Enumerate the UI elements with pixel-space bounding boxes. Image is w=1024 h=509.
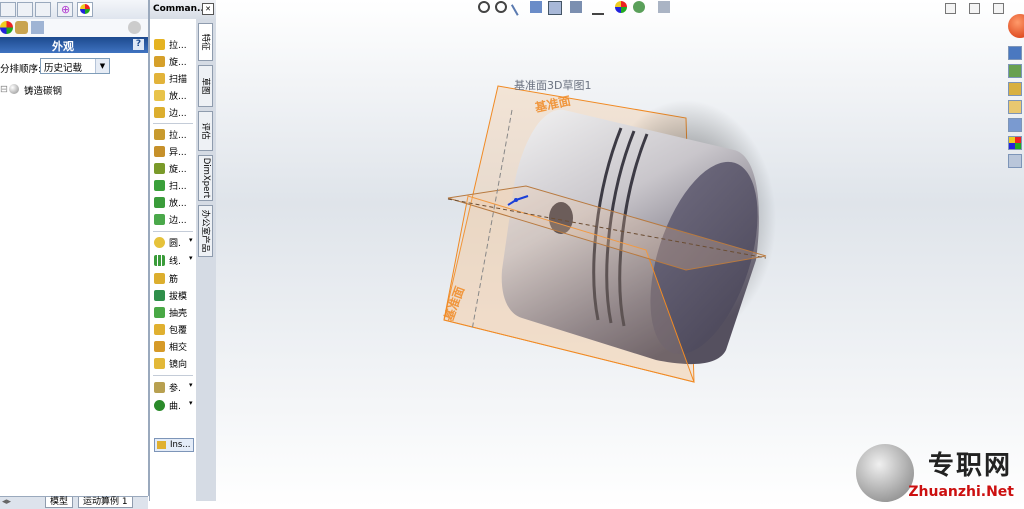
cmd-mirror[interactable]: 镜向 [153, 356, 196, 371]
tab-model[interactable]: 模型 [45, 497, 74, 508]
order-select[interactable]: 历史记载 ▼ [40, 58, 110, 74]
extrude-icon [154, 39, 165, 50]
cmd-loft-cut[interactable]: 放... [153, 195, 196, 210]
instant3d-icon [157, 441, 166, 449]
tab-office-products[interactable]: 办公室产品 [198, 205, 213, 257]
material-icon [9, 84, 19, 94]
command-list: 拉... 旋... 扫描 放... 边... 拉... 异... 旋... 扫.… [150, 19, 196, 501]
property-tab-icon[interactable] [17, 2, 33, 17]
config-tab-icon[interactable] [35, 2, 51, 17]
cmd-revolve-boss[interactable]: 旋... [153, 54, 196, 69]
tab-evaluate[interactable]: 评估 [198, 111, 213, 151]
brand-logo-icon [856, 444, 914, 502]
pin-icon[interactable]: ✕ [202, 3, 214, 15]
panel-title: 外观 [52, 40, 74, 53]
cmd-boundary-boss[interactable]: 边... [153, 105, 196, 120]
hole-wizard-icon [154, 146, 165, 157]
reference-geometry-icon [154, 382, 165, 393]
feature-manager-panel: ⊕ 外观 ? 分排顺序: 历史记载 ▼ ⊟ 铸造碳钢 [0, 0, 149, 496]
settings-icon[interactable] [128, 21, 141, 34]
boundary-cut-icon [154, 214, 165, 225]
brand-url: Zhuanzhi.Net [908, 484, 1014, 500]
order-select-value: 历史记载 [44, 63, 83, 74]
fillet-icon [154, 237, 165, 248]
loft-cut-icon [154, 197, 165, 208]
appearance-tab-icon[interactable] [77, 2, 93, 17]
wrap-icon [154, 324, 165, 335]
cmd-draft[interactable]: 拔模 [153, 288, 196, 303]
cmd-wrap[interactable]: 包覆 [153, 322, 196, 337]
separator [153, 375, 193, 376]
featuretree-tab-icon[interactable] [0, 2, 16, 17]
shell-icon [154, 307, 165, 318]
chevron-down-icon[interactable]: ▾ [189, 399, 193, 407]
cylinder-icon[interactable] [15, 21, 28, 34]
curve-icon [154, 400, 165, 411]
boundary-icon [154, 107, 165, 118]
chevron-down-icon[interactable]: ▼ [95, 59, 109, 73]
appearance-header: 外观 ? [0, 37, 148, 53]
chevron-down-icon[interactable]: ▾ [189, 381, 193, 389]
intersect-icon [154, 341, 165, 352]
feature-manager-tabs: ⊕ [0, 0, 148, 20]
help-button[interactable]: ? [133, 39, 144, 50]
scroll-arrows-icon[interactable]: ◂▸ [2, 497, 11, 507]
tree-expander-icon[interactable]: ⊟ [0, 84, 8, 95]
cmd-boundary-cut[interactable]: 边... [153, 212, 196, 227]
dimxpert-tab-icon[interactable]: ⊕ [57, 2, 73, 17]
instant3d-label: Ins... [170, 440, 191, 450]
bottom-tab-bar: ◂▸ 模型 运动算例 1 [0, 496, 148, 509]
cmd-revolve-cut[interactable]: 旋... [153, 161, 196, 176]
cmd-sweep-boss[interactable]: 扫描 [153, 71, 196, 86]
loft-icon [154, 90, 165, 101]
command-manager-panel: Comman... ✕ 拉... 旋... 扫描 放... 边... 拉... … [149, 0, 217, 501]
cmd-rib[interactable]: 筋 [153, 271, 196, 286]
revolve-icon [154, 56, 165, 67]
model-scene: 基准面3D草图1 基准面 基准面 [440, 79, 776, 383]
scene-icon[interactable] [31, 21, 44, 34]
cmd-linear-pattern[interactable]: 线. ▾ [153, 253, 196, 268]
tab-features[interactable]: 特征 [198, 23, 213, 61]
sweep-cut-icon [154, 180, 165, 191]
sweep-icon [154, 73, 165, 84]
cmd-curves[interactable]: 曲. ▾ [153, 398, 196, 413]
extrude-cut-icon [154, 129, 165, 140]
chevron-down-icon[interactable]: ▾ [189, 236, 193, 244]
appearance-icon[interactable] [0, 21, 13, 34]
cmd-fillet[interactable]: 圆. ▾ [153, 235, 196, 250]
rib-icon [154, 273, 165, 284]
sketch-label: 基准面3D草图1 [514, 79, 591, 92]
separator [153, 231, 193, 232]
brand-name: 专职网 [927, 451, 1012, 481]
command-manager-title-bar: Comman... ✕ [150, 0, 216, 20]
command-side-tabs: 特征 草图 评估 DimXpert 办公室产品 [196, 19, 216, 501]
appearance-toolbar [0, 19, 148, 38]
tree-item-material[interactable]: 铸造碳钢 [24, 83, 62, 97]
cmd-reference-geometry[interactable]: 参. ▾ [153, 380, 196, 395]
cmd-sweep-cut[interactable]: 扫... [153, 178, 196, 193]
revolve-cut-icon [154, 163, 165, 174]
order-label: 分排顺序: [0, 64, 42, 75]
mirror-icon [154, 358, 165, 369]
tab-sketch[interactable]: 草图 [198, 65, 213, 107]
cmd-shell[interactable]: 抽壳 [153, 305, 196, 320]
instant3d-button[interactable]: Ins... [154, 438, 194, 452]
command-manager-title: Comman... [153, 4, 208, 14]
cmd-extrude-boss[interactable]: 拉... [153, 37, 196, 52]
draft-icon [154, 290, 165, 301]
cmd-loft-boss[interactable]: 放... [153, 88, 196, 103]
tab-dimxpert[interactable]: DimXpert [198, 155, 213, 201]
cmd-hole-wizard[interactable]: 异... [153, 144, 196, 159]
chevron-down-icon[interactable]: ▾ [189, 254, 193, 262]
separator [153, 123, 193, 124]
cmd-intersect[interactable]: 相交 [153, 339, 196, 354]
cmd-extrude-cut[interactable]: 拉... [153, 127, 196, 142]
tab-motion-study[interactable]: 运动算例 1 [78, 497, 133, 508]
graphics-area[interactable]: 基准面3D草图1 基准面 基准面 专职网 Zhuanzhi.Net [216, 0, 1024, 508]
pattern-icon [154, 255, 165, 266]
